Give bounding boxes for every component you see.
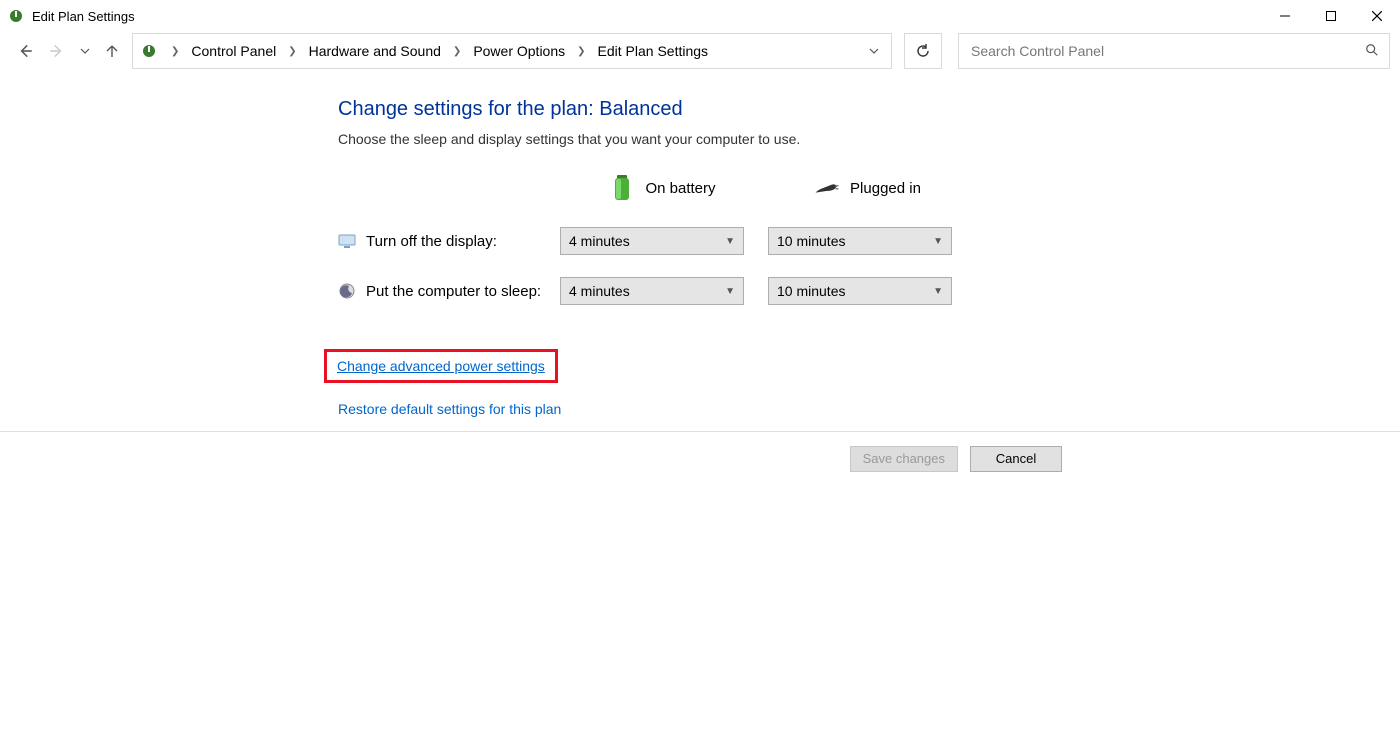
chevron-down-icon: ▼ <box>933 286 943 297</box>
maximize-button[interactable] <box>1308 0 1354 32</box>
row-display: Turn off the display: 4 minutes ▼ 10 min… <box>338 227 1400 255</box>
advanced-power-settings-link[interactable]: Change advanced power settings <box>337 358 545 374</box>
chevron-down-icon: ▼ <box>725 236 735 247</box>
battery-icon <box>609 171 635 205</box>
breadcrumb-item[interactable]: Control Panel <box>189 43 278 59</box>
page-subtext: Choose the sleep and display settings th… <box>338 131 1400 147</box>
col-plugged-in: Plugged in <box>765 171 970 205</box>
footer: Save changes Cancel <box>0 431 1400 485</box>
power-options-icon <box>8 8 24 24</box>
window-controls <box>1262 0 1400 32</box>
plug-icon <box>814 171 840 205</box>
column-headers: On battery Plugged in <box>338 171 1400 205</box>
chevron-right-icon[interactable]: ❯ <box>447 46 467 57</box>
address-dropdown[interactable] <box>863 43 885 59</box>
address-bar[interactable]: ❯ Control Panel ❯ Hardware and Sound ❯ P… <box>132 33 892 69</box>
row-sleep-label: Put the computer to sleep: <box>338 282 560 300</box>
nav-arrows <box>16 42 120 60</box>
content: Change settings for the plan: Balanced C… <box>0 70 1400 417</box>
sleep-icon <box>338 282 356 300</box>
up-button[interactable] <box>104 43 120 59</box>
col-plugged-label: Plugged in <box>850 180 921 197</box>
breadcrumb-item[interactable]: Hardware and Sound <box>307 43 443 59</box>
search-box[interactable] <box>958 33 1390 69</box>
highlighted-link-box: Change advanced power settings <box>324 349 558 383</box>
titlebar: Edit Plan Settings <box>0 0 1400 32</box>
nav-row: ❯ Control Panel ❯ Hardware and Sound ❯ P… <box>0 32 1400 70</box>
refresh-button[interactable] <box>904 33 942 69</box>
recent-dropdown[interactable] <box>80 46 90 56</box>
display-battery-dropdown[interactable]: 4 minutes ▼ <box>560 227 744 255</box>
breadcrumb-item[interactable]: Edit Plan Settings <box>596 43 711 59</box>
sleep-plugged-dropdown[interactable]: 10 minutes ▼ <box>768 277 952 305</box>
row-display-label: Turn off the display: <box>338 232 560 250</box>
cancel-button[interactable]: Cancel <box>970 446 1062 472</box>
search-input[interactable] <box>969 42 1365 60</box>
chevron-right-icon[interactable]: ❯ <box>571 46 591 57</box>
chevron-down-icon: ▼ <box>725 286 735 297</box>
back-button[interactable] <box>16 42 34 60</box>
window-title: Edit Plan Settings <box>32 9 135 24</box>
row-sleep: Put the computer to sleep: 4 minutes ▼ 1… <box>338 277 1400 305</box>
forward-button[interactable] <box>48 42 66 60</box>
breadcrumb-item[interactable]: Power Options <box>471 43 567 59</box>
minimize-button[interactable] <box>1262 0 1308 32</box>
search-icon[interactable] <box>1365 43 1379 60</box>
chevron-down-icon: ▼ <box>933 236 943 247</box>
restore-defaults-link[interactable]: Restore default settings for this plan <box>338 401 1400 417</box>
chevron-right-icon[interactable]: ❯ <box>282 46 302 57</box>
col-battery-label: On battery <box>645 180 715 197</box>
display-icon <box>338 232 356 250</box>
power-options-icon <box>139 41 159 61</box>
sleep-battery-dropdown[interactable]: 4 minutes ▼ <box>560 277 744 305</box>
close-button[interactable] <box>1354 0 1400 32</box>
display-plugged-dropdown[interactable]: 10 minutes ▼ <box>768 227 952 255</box>
save-changes-button: Save changes <box>850 446 958 472</box>
chevron-right-icon[interactable]: ❯ <box>165 46 185 57</box>
page-heading: Change settings for the plan: Balanced <box>338 98 1400 121</box>
col-on-battery: On battery <box>560 171 765 205</box>
